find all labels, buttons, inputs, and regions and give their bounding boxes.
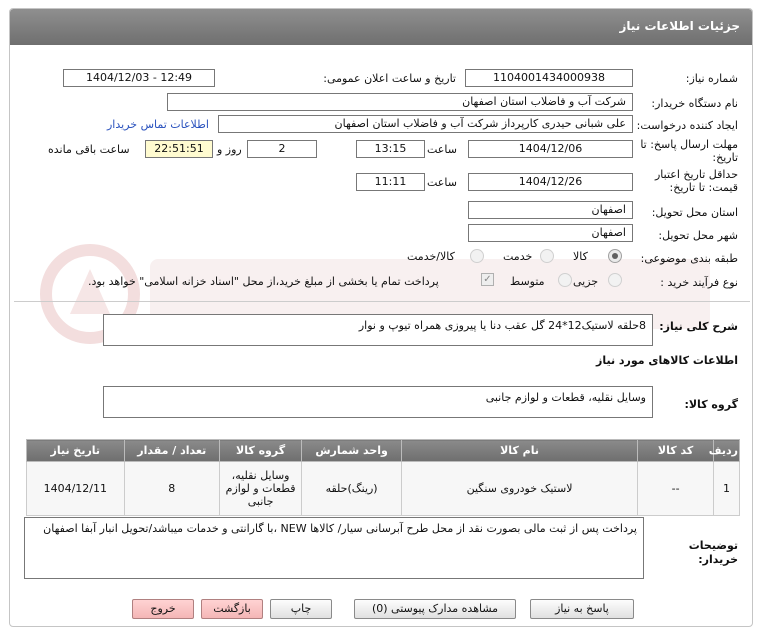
deadline-date-field: 1404/12/06 (468, 140, 633, 158)
reply-button[interactable]: پاسخ به نیاز (530, 599, 634, 619)
col-header-goods-group: گروه کالا (218, 439, 303, 462)
cell-row-number: 1 (713, 461, 740, 516)
remaining-label: ساعت باقی مانده (48, 143, 130, 156)
panel-title: جزئیات اطلاعات نیاز (619, 19, 740, 33)
days-count-field: 2 (247, 140, 317, 158)
city-field: اصفهان (468, 224, 633, 242)
panel-header: جزئیات اطلاعات نیاز (10, 9, 752, 45)
buyer-org-label: نام دستگاه خریدار: (651, 97, 738, 110)
buyer-contact-link[interactable]: اطلاعات تماس خریدار (107, 118, 209, 131)
deadline-time-field: 13:15 (356, 140, 425, 158)
buyer-notes-label-line2: خریدار: (698, 553, 738, 566)
process-label: نوع فرآیند خرید : (660, 276, 738, 289)
buyer-org-field: شرکت آب و فاضلاب استان اصفهان (167, 93, 633, 111)
process-radio-minor[interactable] (608, 273, 622, 287)
announce-field: 1404/12/03 - 12:49 (63, 69, 215, 87)
need-number-label: شماره نیاز: (685, 72, 738, 85)
cell-quantity: 8 (123, 461, 220, 516)
items-table-header: ردیف کد کالا نام کالا واحد شمارش گروه کا… (26, 439, 740, 462)
province-label: استان محل تحویل: (651, 206, 738, 219)
col-header-quantity: تعداد / مقدار (123, 439, 220, 462)
process-option-medium: متوسط (510, 275, 545, 288)
cell-item-code: -- (637, 461, 714, 516)
days-label: روز و (217, 143, 242, 156)
attachments-button[interactable]: مشاهده مدارک پیوستی (0) (354, 599, 516, 619)
requester-label: ایجاد کننده درخواست: (636, 119, 738, 132)
category-option-service: خدمت (503, 250, 533, 263)
min-valid-label-line1: حداقل تاریخ اعتبار (654, 168, 738, 181)
min-valid-label-line2: قیمت: تا تاریخ: (669, 181, 738, 194)
process-option-minor: جزیی (573, 275, 599, 288)
valid-time-label: ساعت (427, 176, 457, 189)
buyer-notes-textarea[interactable]: پرداخت پس از ثبت مالی بصورت نقد از محل ط… (24, 517, 644, 579)
col-header-need-date: تاریخ نیاز (26, 439, 125, 462)
deadline-label-line2: تاریخ: (712, 151, 738, 164)
back-button[interactable]: بازگشت (201, 599, 263, 619)
exit-button[interactable]: خروج (132, 599, 194, 619)
announce-label: تاریخ و ساعت اعلان عمومی: (323, 72, 456, 85)
table-row: 1 -- لاستیک خودروی سنگین (رینگ)حلقه وسای… (26, 461, 740, 516)
need-details-panel: جزئیات اطلاعات نیاز شماره نیاز: 11040014… (9, 8, 753, 627)
cell-need-date: 1404/12/11 (26, 461, 125, 516)
requester-field: علی شبانی حیدری کارپرداز شرکت آب و فاضلا… (218, 115, 633, 133)
goods-group-label: گروه کالا: (684, 398, 738, 411)
category-option-goods-service: کالا/خدمت (407, 250, 455, 263)
cell-goods-group: وسایل نقلیه، قطعات و لوازم جانبی (218, 461, 303, 516)
valid-time-field: 11:11 (356, 173, 425, 191)
deadline-label-line1: مهلت ارسال پاسخ: تا (640, 138, 738, 151)
cell-unit: (رینگ)حلقه (301, 461, 402, 516)
col-header-row-number: ردیف (709, 439, 740, 462)
goods-info-title: اطلاعات کالاهای مورد نیاز (596, 354, 738, 367)
buyer-notes-label-line1: توضیحات (688, 539, 738, 552)
category-option-goods: کالا (573, 250, 588, 263)
process-radio-medium[interactable] (558, 273, 572, 287)
items-table: ردیف کد کالا نام کالا واحد شمارش گروه کا… (26, 439, 740, 516)
need-number-field: 1104001434000938 (465, 69, 633, 87)
valid-date-field: 1404/12/26 (468, 173, 633, 191)
col-header-item-name: نام کالا (400, 439, 639, 462)
category-radio-goods[interactable] (608, 249, 622, 263)
province-field: اصفهان (468, 201, 633, 219)
print-button[interactable]: چاپ (270, 599, 332, 619)
goods-group-textarea[interactable]: وسایل نقلیه، قطعات و لوازم جانبی (103, 386, 653, 418)
remaining-time-field: 22:51:51 (145, 140, 213, 158)
col-header-item-code: کد کالا (637, 439, 714, 462)
category-radio-service[interactable] (540, 249, 554, 263)
deadline-time-label: ساعت (427, 143, 457, 156)
category-radio-goods-service[interactable] (470, 249, 484, 263)
cell-item-name: لاستیک خودروی سنگین (400, 461, 639, 516)
col-header-unit: واحد شمارش (301, 439, 402, 462)
summary-label: شرح کلی نیاز: (659, 320, 738, 333)
city-label: شهر محل تحویل: (658, 229, 738, 242)
summary-textarea[interactable]: 8حلقه لاستیک12*24 گل عقب دنا یا پیروزی ه… (103, 314, 653, 346)
payment-note: پرداخت تمام یا بخشی از مبلغ خرید،از محل … (88, 275, 439, 288)
category-label: طبقه بندی موضوعی: (640, 252, 738, 265)
treasury-checkbox[interactable]: ✓ (481, 273, 494, 286)
